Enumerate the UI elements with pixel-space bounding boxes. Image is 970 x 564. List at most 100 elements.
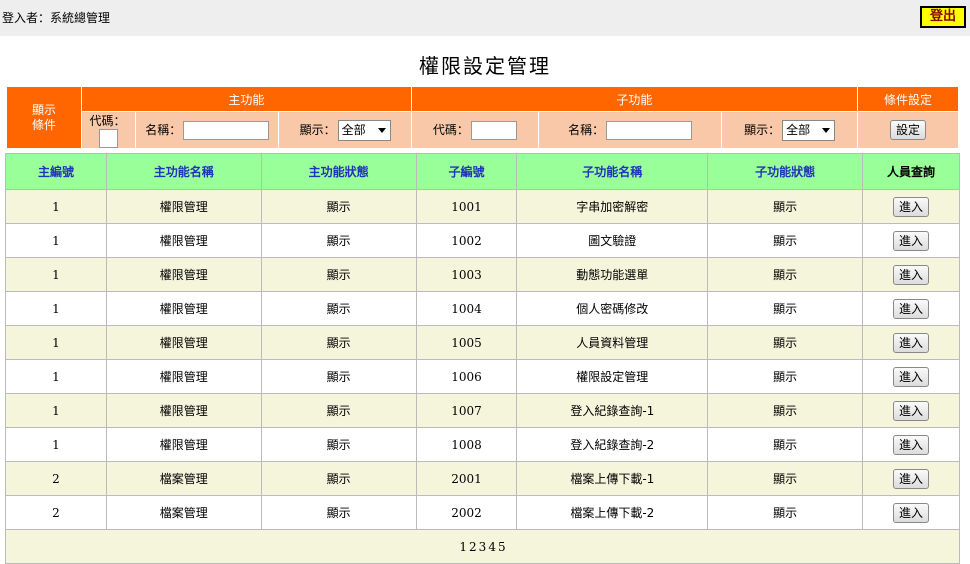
staff-query-cell: 進入 [862,359,960,394]
main-status-cell: 顯示 [260,291,417,326]
main-show-label: 顯示： [299,122,336,137]
sub-name-cell: 權限設定管理 [516,359,709,394]
sub-show-selected-value: 全部 [786,122,811,137]
sub-code-input[interactable] [470,120,517,140]
table-row: 1 權限管理 顯示 1006 權限設定管理 顯示 進入 [5,359,960,394]
sub-id-cell: 1006 [415,359,518,394]
sub-show-filter: 顯示： 全部 [721,111,858,149]
staff-query-cell: 進入 [862,393,960,428]
main-id-cell: 2 [5,495,107,530]
table-row: 2 檔案管理 顯示 2002 檔案上傳下載-2 顯示 進入 [5,495,960,530]
staff-query-cell: 進入 [862,257,960,292]
sub-name-cell: 登入紀錄查詢-2 [516,427,709,462]
staff-query-cell: 進入 [862,325,960,360]
top-bar: 登入者：系統總管理 登出 [0,0,970,36]
column-header-main-name: 主功能名稱 [105,153,262,190]
pagination-row: 12345 [5,529,960,564]
main-name-filter: 名稱： [135,111,280,149]
enter-button[interactable]: 進入 [893,502,930,523]
column-header-sub-status: 子功能狀態 [707,153,864,190]
page-link[interactable]: 2 [469,540,477,554]
column-header-main-status: 主功能狀態 [260,153,417,190]
filter-side-label-line2: 條件 [31,117,56,132]
enter-button[interactable]: 進入 [893,230,930,251]
sub-id-cell: 2002 [415,495,518,530]
enter-button[interactable]: 進入 [893,400,930,421]
main-status-cell: 顯示 [260,393,417,428]
table-row: 1 權限管理 顯示 1008 登入紀錄查詢-2 顯示 進入 [5,427,960,462]
main-code-label: 代碼： [89,114,126,128]
sub-status-cell: 顯示 [707,325,864,360]
sub-id-cell: 1003 [415,257,518,292]
main-name-input[interactable] [183,120,270,140]
page-link[interactable]: 3 [479,540,487,554]
filter-side-label: 顯示 條件 [6,86,82,149]
enter-button[interactable]: 進入 [893,196,930,217]
main-name-cell: 權限管理 [105,325,262,360]
main-show-select[interactable]: 全部 [337,119,391,141]
main-status-cell: 顯示 [260,257,417,292]
main-name-cell: 權限管理 [105,189,262,224]
staff-query-cell: 進入 [862,189,960,224]
permission-table: 主編號 主功能名稱 主功能狀態 子編號 子功能名稱 子功能狀態 人員查詢 1 權限… [5,153,960,564]
sub-name-label: 名稱： [568,122,605,137]
page-link[interactable]: 5 [498,540,506,554]
main-code-filter: 代碼： [80,111,137,149]
sub-id-cell: 1002 [415,223,518,258]
set-button-cell: 設定 [856,111,960,149]
table-row: 1 權限管理 顯示 1004 個人密碼修改 顯示 進入 [5,291,960,326]
table-row: 2 檔案管理 顯示 2001 檔案上傳下載-1 顯示 進入 [5,461,960,496]
sub-name-cell: 檔案上傳下載-1 [516,461,709,496]
sub-name-cell: 登入紀錄查詢-1 [516,393,709,428]
staff-query-cell: 進入 [862,291,960,326]
main-id-cell: 1 [5,257,107,292]
main-id-cell: 2 [5,461,107,496]
set-button[interactable]: 設定 [889,120,926,140]
sub-show-select[interactable]: 全部 [782,119,836,141]
column-header-sub-id: 子編號 [415,153,518,190]
sub-code-filter: 代碼： [410,111,539,149]
enter-button[interactable]: 進入 [893,332,930,353]
sub-id-cell: 1001 [415,189,518,224]
main-name-cell: 權限管理 [105,393,262,428]
sub-code-label: 代碼： [432,122,469,137]
main-show-filter: 顯示： 全部 [278,111,412,149]
login-user-label: 登入者：系統總管理 [2,11,111,25]
main-name-cell: 檔案管理 [105,461,262,496]
sub-status-cell: 顯示 [707,189,864,224]
logout-button[interactable]: 登出 [920,6,966,28]
table-row: 1 權限管理 顯示 1005 人員資料管理 顯示 進入 [5,325,960,360]
staff-query-cell: 進入 [862,461,960,496]
main-name-label: 名稱： [145,122,182,137]
table-row: 1 權限管理 顯示 1007 登入紀錄查詢-1 顯示 進入 [5,393,960,428]
sub-status-cell: 顯示 [707,393,864,428]
main-function-group-header: 主功能 [80,86,412,112]
main-code-input[interactable] [99,129,119,148]
filter-side-label-line1: 顯示 [31,102,56,117]
pagination: 12345 [5,529,960,564]
main-name-cell: 權限管理 [105,427,262,462]
enter-button[interactable]: 進入 [893,434,930,455]
main-name-cell: 權限管理 [105,257,262,292]
column-header-main-id: 主編號 [5,153,107,190]
page-link[interactable]: 4 [488,540,496,554]
enter-button[interactable]: 進入 [893,366,930,387]
enter-button[interactable]: 進入 [893,264,930,285]
sub-id-cell: 1005 [415,325,518,360]
staff-query-cell: 進入 [862,495,960,530]
enter-button[interactable]: 進入 [893,468,930,489]
sub-name-filter: 名稱： [537,111,723,149]
table-row: 1 權限管理 顯示 1001 字串加密解密 顯示 進入 [5,189,960,224]
sub-name-cell: 圖文驗證 [516,223,709,258]
sub-id-cell: 1007 [415,393,518,428]
main-id-cell: 1 [5,189,107,224]
chevron-down-icon [822,127,831,133]
sub-name-input[interactable] [606,120,693,140]
main-name-cell: 權限管理 [105,359,262,394]
main-status-cell: 顯示 [260,325,417,360]
main-id-cell: 1 [5,393,107,428]
page-link[interactable]: 1 [459,540,467,554]
enter-button[interactable]: 進入 [893,298,930,319]
main-status-cell: 顯示 [260,495,417,530]
sub-status-cell: 顯示 [707,359,864,394]
